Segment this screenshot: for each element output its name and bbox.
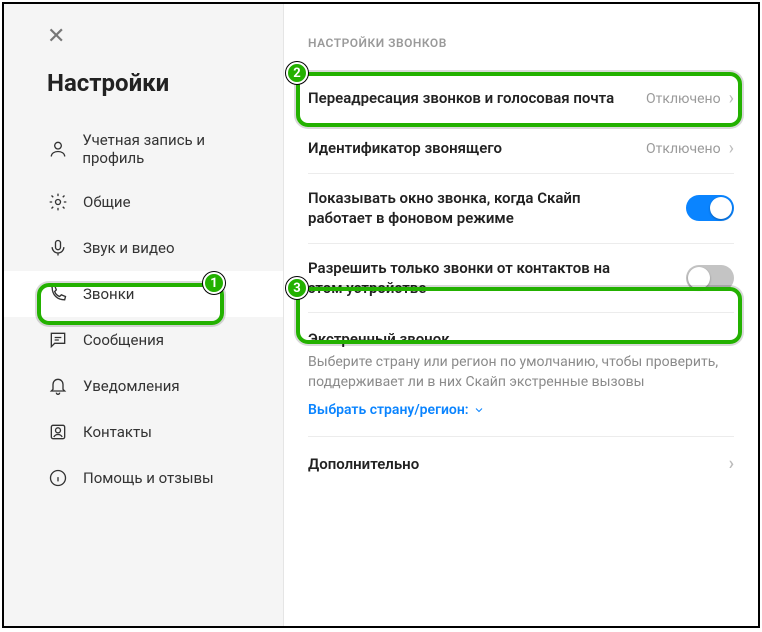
section-header: НАСТРОЙКИ ЗВОНКОВ [308,36,734,50]
chevron-right-icon: › [729,138,734,159]
status-text: Отключено [646,91,721,107]
sidebar-item-label: Уведомления [83,377,180,395]
sidebar-item-calls[interactable]: Звонки [4,271,283,317]
toggle-show-call-window[interactable] [686,195,734,221]
row-show-call-window: Показывать окно звонка, когда Скайп рабо… [308,174,734,244]
phone-icon [47,283,69,305]
row-label: Переадресация звонков и голосовая почта [308,88,614,108]
contacts-icon [47,421,69,443]
gear-icon [47,191,69,213]
status-text: Отключено [646,141,721,157]
info-icon [47,467,69,489]
row-label: Показывать окно звонка, когда Скайп рабо… [308,188,628,229]
settings-sidebar: ✕ Настройки Учетная запись и профиль Общ… [4,4,284,626]
sidebar-item-label: Общие [83,193,131,211]
emergency-desc: Выберите страну или регион по умолчанию,… [308,353,734,392]
sidebar-item-label: Контакты [83,423,152,441]
chevron-right-icon: › [729,453,734,474]
sidebar-item-messages[interactable]: Сообщения [4,317,283,363]
annotation-badge-2: 2 [286,62,308,84]
close-icon[interactable]: ✕ [47,24,283,49]
settings-content: НАСТРОЙКИ ЗВОНКОВ Переадресация звонков … [284,4,758,626]
sidebar-item-label: Учетная запись и профиль [82,131,265,167]
sidebar-item-label: Звук и видео [83,239,175,257]
row-caller-id[interactable]: Идентификатор звонящего Отключено › [308,124,734,174]
sidebar-item-notifications[interactable]: Уведомления [4,363,283,409]
sidebar-item-label: Звонки [83,285,134,303]
select-region-link[interactable]: Выбрать страну/регион: [308,402,485,418]
chat-icon [47,329,69,351]
toggle-contacts-only[interactable] [686,265,734,291]
row-contacts-only: Разрешить только звонки от контактов на … [308,244,734,314]
user-icon [47,138,68,160]
mic-icon [47,237,69,259]
sidebar-item-general[interactable]: Общие [4,179,283,225]
sidebar-item-label: Сообщения [83,331,164,349]
annotation-badge-3: 3 [286,277,308,299]
row-emergency: Экстренный звонок Выберите страну или ре… [308,313,734,437]
advanced-label: Дополнительно [308,455,419,473]
emergency-title: Экстренный звонок [308,329,628,349]
annotation-badge-1: 1 [203,272,225,294]
sidebar-item-audio-video[interactable]: Звук и видео [4,225,283,271]
row-advanced[interactable]: Дополнительно › [308,437,734,490]
row-label: Идентификатор звонящего [308,138,502,158]
chevron-right-icon: › [729,88,734,109]
sidebar-item-account[interactable]: Учетная запись и профиль [4,119,283,179]
settings-title: Настройки [47,69,283,97]
bell-icon [47,375,69,397]
row-label: Разрешить только звонки от контактов на … [308,258,628,299]
sidebar-item-label: Помощь и отзывы [83,469,214,487]
row-call-forwarding[interactable]: Переадресация звонков и голосовая почта … [308,74,734,124]
sidebar-item-help[interactable]: Помощь и отзывы [4,455,283,501]
link-text: Выбрать страну/регион: [308,402,469,418]
sidebar-item-contacts[interactable]: Контакты [4,409,283,455]
